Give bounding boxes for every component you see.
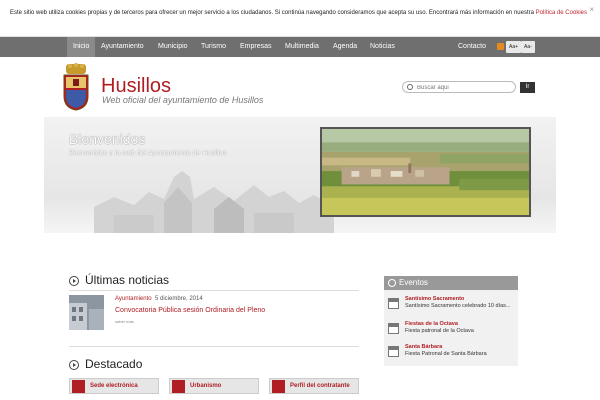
banner-subtitle: Bienvenidos a la web del Ayuntamiento de… [69,150,227,157]
calendar-icon [388,298,399,309]
arrow-icon [388,279,396,287]
nav-item-agenda[interactable]: Agenda [327,37,363,57]
nav-item-empresas[interactable]: Empresas [234,37,278,57]
main-nav: Inicio Ayuntamiento Municipio Turismo Em… [0,37,600,57]
event-title[interactable]: Santísimo Sacramento [405,296,464,302]
calendar-icon [388,323,399,334]
cookie-text: Este sitio web utiliza cookies propias y… [10,10,536,16]
nav-item-turismo[interactable]: Turismo [195,37,232,57]
featured-sede-electronica[interactable]: Sede electrónica [69,378,159,394]
village-photo [320,127,531,217]
featured-label: Perfil del contratante [290,383,350,389]
event-item[interactable]: Fiestas de la Octava Fiesta patronal de … [388,321,516,343]
house-icon [172,380,185,393]
featured-label: Sede electrónica [90,383,138,389]
event-description: Santísimo Sacramento celebrado 10 días..… [405,303,511,309]
featured-urbanismo[interactable]: Urbanismo [169,378,259,394]
featured-label: Urbanismo [190,383,222,389]
news-heading: Últimas noticias [85,273,170,287]
events-heading: Eventos [399,278,428,287]
event-title[interactable]: Fiestas de la Octava [405,321,458,327]
banner-title: Bienvenidos [69,131,146,147]
cookie-policy-link[interactable]: Política de Cookies [536,10,587,16]
search-input[interactable] [417,83,512,92]
divider [69,346,359,347]
site-subtitle: Web oficial del ayuntamiento de Husillos [102,95,264,105]
rss-icon[interactable] [497,43,504,50]
font-larger-button[interactable]: Aa+ [506,41,522,53]
coat-of-arms-logo[interactable] [62,62,90,111]
monitor-icon [72,380,85,393]
event-title[interactable]: Santa Bárbara [405,344,442,350]
events-panel: Eventos Santísimo Sacramento Santísimo S… [384,276,518,366]
event-item[interactable]: Santísimo Sacramento Santísimo Sacrament… [388,296,516,318]
event-item[interactable]: Santa Bárbara Fiesta Patronal de Santa B… [388,344,516,366]
events-header: Eventos [384,276,518,290]
news-read-more-link[interactable]: saber más [115,319,134,324]
nav-item-noticias[interactable]: Noticias [364,37,401,57]
cookie-banner: Este sitio web utiliza cookies propias y… [0,0,600,37]
featured-perfil-contratante[interactable]: Perfil del contratante [269,378,359,394]
nav-item-inicio[interactable]: Inicio [67,37,96,57]
nav-item-municipio[interactable]: Municipio [152,37,194,57]
village-silhouette-image [94,171,334,233]
news-title-link[interactable]: Convocatoria Pública sesión Ordinaria de… [115,307,265,314]
news-date: 5 diciembre, 2014 [155,296,203,302]
nav-item-multimedia[interactable]: Multimedia [279,37,325,57]
site-header: Husillos Web oficial del ayuntamiento de… [0,57,600,117]
font-smaller-button[interactable]: Aa- [521,41,535,53]
nav-contact-link[interactable]: Contacto [458,37,486,57]
welcome-banner: Bienvenidos Bienvenidos a la web del Ayu… [44,117,556,233]
news-category-link[interactable]: Ayuntamiento [115,296,152,302]
nav-item-ayuntamiento[interactable]: Ayuntamiento [95,37,150,57]
news-thumbnail[interactable] [69,295,104,330]
close-icon[interactable]: × [589,6,594,14]
event-description: Fiesta patronal de la Octava [405,328,474,334]
arrow-icon [69,276,79,286]
arrow-icon [69,360,79,370]
calendar-icon [388,346,399,357]
search-field[interactable] [402,81,516,93]
search-icon [407,84,413,90]
document-icon [272,380,285,393]
search-button[interactable]: Ir [520,82,535,93]
divider [69,290,359,291]
featured-heading: Destacado [85,357,143,371]
event-description: Fiesta Patronal de Santa Bárbara [405,351,487,357]
